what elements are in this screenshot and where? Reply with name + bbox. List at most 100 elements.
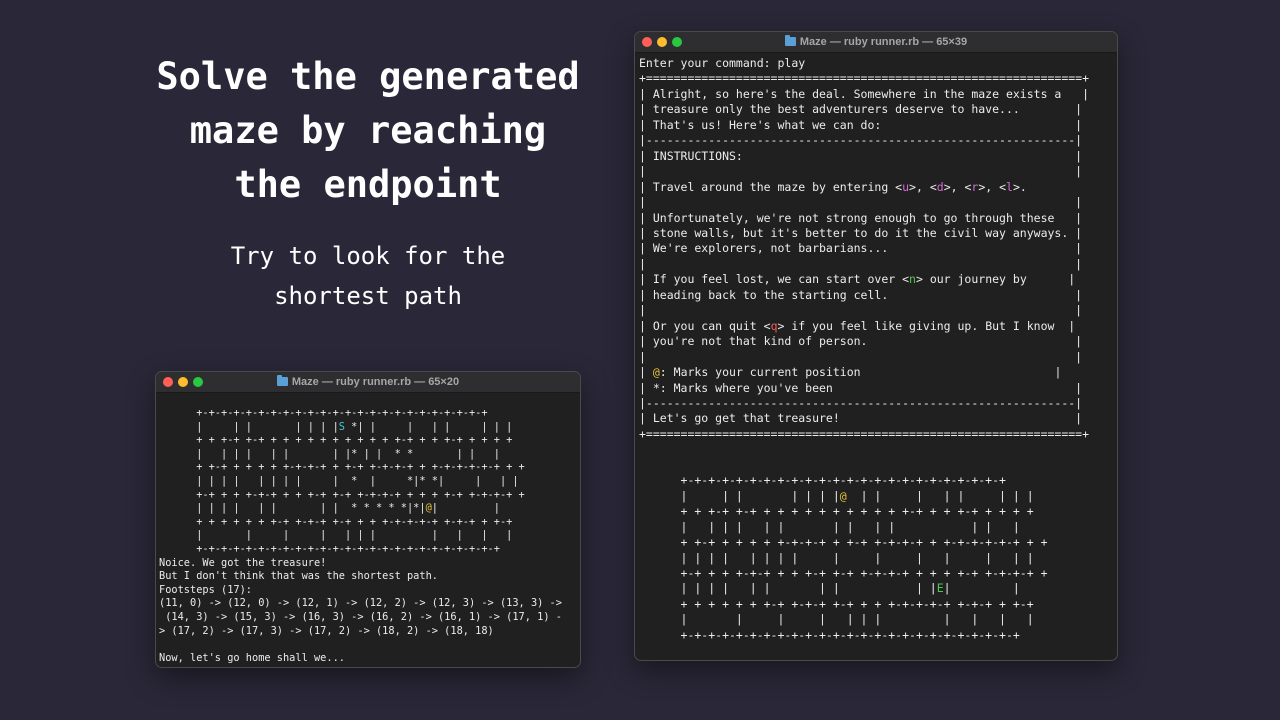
line-text: |: [639, 365, 653, 380]
terminal-line: | Or you can quit <q> if you feel like g…: [639, 319, 1117, 334]
terminal-line: + + +-+ +-+ + + + + + + + + + + +-+ + + …: [159, 434, 580, 448]
terminal-line: | stone walls, but it's better to do it …: [639, 226, 1117, 241]
terminal-line: | | | | | | | | | |E| |: [639, 581, 1117, 596]
line-text: | Unfortunately, we're not strong enough…: [639, 210, 1083, 225]
line-text: | treasure only the best adventurers des…: [639, 102, 1083, 117]
line-text: + + +-+ +-+ + + + + + + + + + + +-+ + + …: [639, 504, 1034, 519]
terminal-line: > (17, 2) -> (17, 3) -> (17, 2) -> (18, …: [159, 625, 580, 639]
line-text: | | | | | | |: [159, 420, 339, 433]
minimize-button[interactable]: [657, 37, 667, 47]
terminal-line: + +-+ + + + + +-+-+-+ + +-+ +-+-+-+ + +-…: [639, 535, 1117, 550]
terminal-line: | |: [639, 350, 1117, 365]
terminal-line: But I don't think that was the shortest …: [159, 570, 580, 584]
terminal-line: ​: [159, 638, 580, 652]
terminal-line: | That's us! Here's what we can do: |: [639, 118, 1117, 133]
line-text: | | | | | | | |* | | * * | | |: [159, 447, 500, 460]
line-text: +=======================================…: [639, 426, 1090, 441]
terminal-line: | | | | | | | |* | | * * | | |: [159, 448, 580, 462]
terminal-line: +-+-+-+-+-+-+-+-+-+-+-+-+-+-+-+-+-+-+-+-…: [639, 628, 1117, 643]
terminal-line: | treasure only the best adventurers des…: [639, 102, 1117, 117]
zoom-button[interactable]: [193, 377, 203, 387]
zoom-button[interactable]: [672, 37, 682, 47]
line-text: |---------------------------------------…: [639, 133, 1083, 148]
line-text: | |: [639, 303, 1083, 318]
line-text: >. |: [1012, 179, 1027, 194]
line-text: +-+-+-+-+-+-+-+-+-+-+-+-+-+-+-+-+-+-+-+-…: [159, 542, 500, 555]
terminal-line: Enter your command: play: [639, 56, 1117, 71]
terminal-line: | |: [639, 164, 1117, 179]
line-text: Footsteps (17):: [159, 583, 252, 596]
terminal-line: (14, 3) -> (15, 3) -> (16, 3) -> (16, 2)…: [159, 611, 580, 625]
terminal-line: | INSTRUCTIONS: |: [639, 149, 1117, 164]
highlighted-text: E: [936, 581, 944, 596]
terminal-line: + + + + + + +-+ +-+-+ +-+ + + +-+-+-+-+ …: [639, 597, 1117, 612]
terminal-line: (11, 0) -> (12, 0) -> (12, 1) -> (12, 2)…: [159, 597, 580, 611]
line-text: | you're not that kind of person. |: [639, 334, 1083, 349]
line-text: Noice. We got the treasure!: [159, 556, 327, 569]
terminal-line: +-+-+-+-+-+-+-+-+-+-+-+-+-+-+-+-+-+-+-+-…: [159, 407, 580, 421]
line-text: Now, let's go home shall we...: [159, 651, 345, 664]
terminal-line: + + +-+ +-+ + + + + + + + + + + +-+ + + …: [639, 504, 1117, 519]
line-text: + +-+ + + + + +-+-+-+ + +-+ +-+-+-+ + +-…: [159, 461, 525, 474]
line-text: But I don't think that was the shortest …: [159, 570, 438, 583]
terminal-line: | We're explorers, not barbarians... |: [639, 241, 1117, 256]
line-text: | Or you can quit <: [639, 318, 771, 333]
line-text: + + + + + + +-+ +-+-+ +-+ + + +-+-+-+-+ …: [639, 596, 1034, 611]
line-text: +-+-+-+-+-+-+-+-+-+-+-+-+-+-+-+-+-+-+-+-…: [159, 407, 488, 419]
terminal-line: +-+ + + +-+-+ + + +-+ +-+ +-+-+-+ + + + …: [639, 566, 1117, 581]
line-text: | |: [639, 195, 1083, 210]
line-text: +-+-+-+-+-+-+-+-+-+-+-+-+-+-+-+-+-+-+-+-…: [639, 473, 1006, 488]
line-text: +-+-+-+-+-+-+-+-+-+-+-+-+-+-+-+-+-+-+-+-…: [639, 627, 1020, 642]
close-button[interactable]: [163, 377, 173, 387]
terminal-line: +=======================================…: [639, 71, 1117, 86]
line-text: | *: Marks where you've been |: [639, 380, 1083, 395]
terminal-line: Now, let's go home shall we...: [159, 652, 580, 666]
title-bar[interactable]: Maze — ruby runner.rb — 65×39: [635, 32, 1117, 53]
terminal-line: ​: [639, 458, 1117, 473]
line-text: | |: [943, 581, 1020, 596]
line-text: | Travel around the maze by entering <: [639, 179, 903, 194]
line-text: +=======================================…: [639, 71, 1090, 86]
line-text: > (17, 2) -> (17, 3) -> (17, 2) -> (18, …: [159, 624, 494, 637]
line-text: | stone walls, but it's better to do it …: [639, 225, 1083, 240]
terminal-line: + +-+ + + + + +-+-+-+ + +-+ +-+-+-+ + +-…: [159, 461, 580, 475]
terminal-line: | @: Marks your current position |: [639, 365, 1117, 380]
terminal-line: | | | | | | |S *| | | | | | | |: [159, 421, 580, 435]
headline: Solve the generated maze by reaching the…: [156, 55, 580, 206]
title-bar[interactable]: Maze — ruby runner.rb — 65×20: [156, 372, 580, 393]
close-button[interactable]: [642, 37, 652, 47]
line-text: |---------------------------------------…: [639, 395, 1083, 410]
line-text: >, <: [978, 179, 1007, 194]
line-text: | We're explorers, not barbarians... |: [639, 241, 1083, 256]
terminal-output[interactable]: Enter your command: play +===============…: [635, 53, 1117, 660]
terminal-line: | |: [639, 303, 1117, 318]
terminal-line: ​: [639, 659, 1117, 660]
terminal-line: Footsteps (17):: [159, 584, 580, 598]
terminal-line: +=======================================…: [639, 427, 1117, 442]
terminal-line: +-+-+-+-+-+-+-+-+-+-+-+-+-+-+-+-+-+-+-+-…: [639, 473, 1117, 488]
line-text: | | | | | | | | | | |: [159, 529, 513, 542]
terminal-line: | | | | | | | | | | | | |: [639, 520, 1117, 535]
terminal-line: | | | | | | | | | | | | | | |: [639, 551, 1117, 566]
terminal-line: | | | | | | |@ | | | | | | | |: [639, 489, 1117, 504]
terminal-output[interactable]: +-+-+-+-+-+-+-+-+-+-+-+-+-+-+-+-+-+-+-+-…: [156, 393, 580, 665]
highlighted-text: n: [909, 272, 916, 287]
line-text: | That's us! Here's what we can do: |: [639, 117, 1083, 132]
line-text: + + + + + + +-+ +-+-+ +-+ + + +-+-+-+-+ …: [159, 515, 513, 528]
terminal-window-result[interactable]: Maze — ruby runner.rb — 65×20 +-+-+-+-+-…: [155, 371, 581, 668]
terminal-window-game[interactable]: Maze — ruby runner.rb — 65×39 Enter your…: [634, 31, 1118, 661]
terminal-line: | If you feel lost, we can start over <n…: [639, 272, 1117, 287]
highlighted-text: u: [902, 179, 910, 194]
line-text: Enter your command: play: [639, 56, 806, 70]
terminal-line: +-+-+-+-+-+-+-+-+-+-+-+-+-+-+-+-+-+-+-+-…: [159, 543, 580, 557]
line-text: | | | | | | |: [639, 488, 840, 503]
highlighted-text: d: [936, 179, 944, 194]
line-text: | Alright, so here's the deal. Somewhere…: [639, 86, 1090, 101]
line-text: >, <: [943, 179, 972, 194]
minimize-button[interactable]: [178, 377, 188, 387]
terminal-line: | | | | | | | | | | |: [159, 529, 580, 543]
terminal-line: |---------------------------------------…: [639, 396, 1117, 411]
line-text: | heading back to the starting cell. |: [639, 287, 1083, 302]
line-text: | | | | | | | | | | | | | | |: [639, 550, 1034, 565]
line-text: > if you feel like giving up. But I know…: [777, 318, 1076, 333]
